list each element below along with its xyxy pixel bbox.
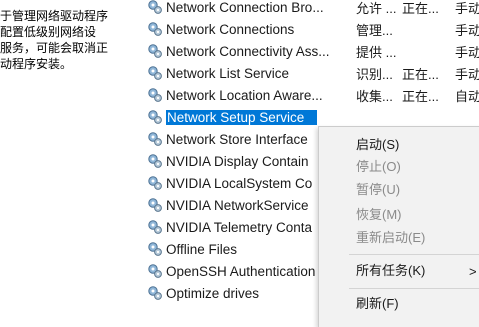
service-desc: 识别... [356,66,393,82]
service-startup: 手动 [455,66,479,82]
service-row[interactable]: Network Connections 管理... 手动 [144,18,479,40]
gear-icon [148,154,162,168]
service-desc: 允许 ... [356,0,397,16]
service-status: 正在... [402,66,439,82]
service-row[interactable]: Network Connection Bro... 允许 ... 正在... 手… [144,0,479,18]
menu-refresh[interactable]: 刷新(F) [356,294,399,314]
menu-pause[interactable]: 暂停(U) [356,180,400,200]
service-row[interactable]: Network Location Aware... 收集... 正在... 自动 [144,84,479,106]
service-startup: 手动 [455,44,479,60]
menu-separator [349,288,479,289]
gear-icon [148,132,162,146]
gear-icon [148,286,162,300]
gear-icon [148,0,162,14]
gear-icon [148,242,162,256]
service-desc: 收集... [356,88,393,104]
service-desc: 管理... [356,22,393,38]
gear-icon [148,198,162,212]
gear-icon [148,88,162,102]
gear-icon [148,220,162,234]
gear-icon [148,264,162,278]
menu-separator [349,254,479,255]
service-startup: 自动 [455,88,479,104]
service-name: Network Setup Service [166,109,317,125]
menu-stop[interactable]: 停止(O) [356,157,401,177]
service-name: Network Location Aware... [166,87,323,103]
service-desc: 提供 ... [356,44,397,60]
service-startup: 手动 [455,22,479,38]
gear-icon [148,44,162,58]
service-status: 正在... [402,88,439,104]
service-description: 于管理网络驱动程序 配置低级别网络设 服务，可能会取消正 动程序安装。 [0,8,140,72]
gear-icon [148,110,162,124]
menu-all-tasks[interactable]: 所有任务(K) [356,261,425,281]
context-menu: 启动(S) 停止(O) 暂停(U) 恢复(M) 重新启动(E) 所有任务(K) … [318,126,479,327]
service-status: 正在... [402,0,439,16]
service-name: Network Connection Bro... [166,0,324,15]
service-row-selected[interactable]: Network Setup Service [144,106,479,128]
menu-resume[interactable]: 恢复(M) [356,205,402,225]
description-line: 服务，可能会取消正 [0,41,109,55]
menu-start[interactable]: 启动(S) [356,135,399,155]
menu-restart[interactable]: 重新启动(E) [356,228,425,248]
description-line: 于管理网络驱动程序 [0,9,109,23]
gear-icon [148,176,162,190]
service-startup: 手动 [455,0,479,16]
service-name: Network Connectivity Ass... [166,43,330,59]
submenu-arrow-icon: > [469,264,477,279]
service-row[interactable]: Network Connectivity Ass... 提供 ... 手动 [144,40,479,62]
service-row[interactable]: Network List Service 识别... 正在... 手动 [144,62,479,84]
gear-icon [148,66,162,80]
description-line: 动程序安装。 [0,57,73,71]
description-line: 配置低级别网络设 [0,25,97,39]
gear-icon [148,22,162,36]
service-name: Network List Service [166,65,290,81]
service-name: Network Connections [166,21,295,37]
